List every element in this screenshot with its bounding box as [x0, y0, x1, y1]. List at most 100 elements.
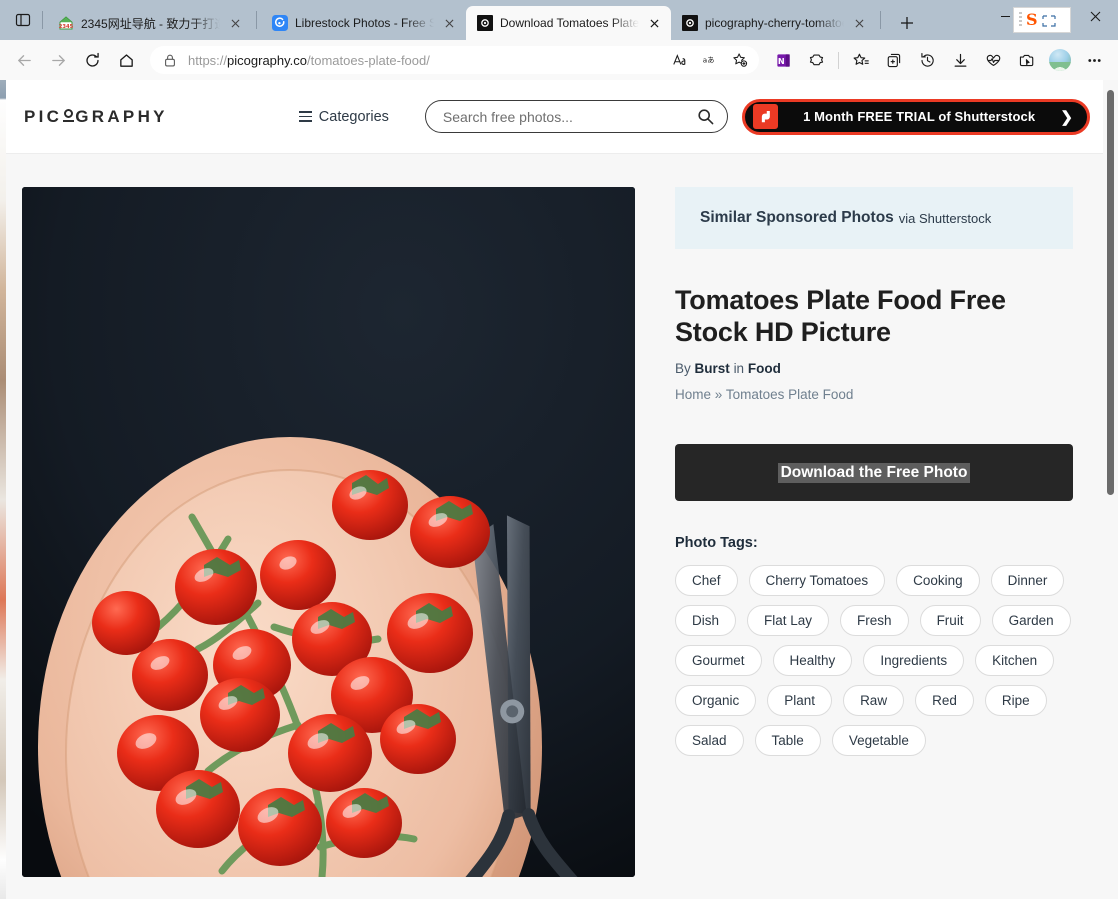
- sogou-logo-icon: S: [1026, 10, 1038, 29]
- tab-list-button[interactable]: [8, 3, 38, 37]
- photo-tag[interactable]: Salad: [675, 725, 744, 757]
- page-title: Tomatoes Plate Food Free Stock HD Pictur…: [675, 285, 1006, 347]
- refresh-icon[interactable]: [76, 45, 108, 75]
- photo-tags-heading: Photo Tags:: [675, 535, 758, 552]
- tab-title: picography-cherry-tomatoe: [705, 16, 844, 30]
- page-scrollbar[interactable]: [1103, 80, 1118, 899]
- librestock-icon: [272, 15, 288, 31]
- home-icon[interactable]: [110, 45, 142, 75]
- site-search-box[interactable]: [424, 100, 728, 133]
- svg-text:aあ: aあ: [703, 55, 715, 64]
- health-icon[interactable]: [977, 45, 1009, 75]
- breadcrumb: Home » Tomatoes Plate Food: [675, 387, 1073, 402]
- main-content: Similar Sponsored Photos via Shutterstoc…: [6, 154, 1106, 877]
- screenshot-icon[interactable]: [1010, 45, 1042, 75]
- nav-categories-button[interactable]: Categories: [298, 108, 389, 125]
- keyboard-icon[interactable]: [1041, 14, 1056, 27]
- forward-icon[interactable]: [42, 45, 74, 75]
- photo-tomatoes-plate[interactable]: [22, 187, 635, 877]
- toolbar-right-icons: N: [767, 45, 1110, 75]
- browser-tab-1[interactable]: 2345 2345网址导航 - 致力于打造: [47, 6, 252, 40]
- back-icon[interactable]: [8, 45, 40, 75]
- photo-tag[interactable]: Ingredients: [863, 645, 965, 677]
- photo-tag[interactable]: Dinner: [990, 565, 1065, 597]
- collections-icon[interactable]: [878, 45, 910, 75]
- page-viewport: PIC GRAPHY Categories Search free photos…: [0, 80, 1118, 899]
- profile-avatar[interactable]: [1049, 49, 1071, 71]
- photo-tag[interactable]: Red: [915, 685, 974, 717]
- onenote-icon[interactable]: N: [767, 45, 799, 75]
- photo-tags-list: Chef Cherry Tomatoes Cooking Dinner Dish Flat…: [675, 565, 1073, 757]
- background-window-sliver: [0, 80, 6, 899]
- byline-category-link[interactable]: Food: [748, 361, 781, 376]
- breadcrumb-home-link[interactable]: Home: [675, 387, 711, 402]
- photo-tag[interactable]: Flat Lay: [747, 605, 830, 637]
- photo-tag[interactable]: Fruit: [919, 605, 981, 637]
- browser-tab-4[interactable]: picography-cherry-tomatoe: [671, 6, 876, 40]
- close-tab-button[interactable]: [441, 15, 458, 32]
- photo-artwork: [22, 187, 635, 877]
- toolbar-divider: [838, 51, 839, 69]
- close-window-button[interactable]: [1073, 0, 1118, 32]
- translate-icon[interactable]: aあ: [695, 47, 725, 73]
- photo-tag[interactable]: Gourmet: [675, 645, 762, 677]
- history-icon[interactable]: [911, 45, 943, 75]
- camera-icon: [682, 15, 698, 31]
- browser-toolbar: https://picography.co/tomatoes-plate-foo…: [0, 40, 1118, 80]
- logo-text-prefix: PIC: [24, 106, 63, 126]
- house-2345-icon: 2345: [58, 15, 74, 31]
- new-tab-button[interactable]: [893, 9, 921, 37]
- sogou-ime-panel[interactable]: S: [1013, 7, 1071, 33]
- tab-title: Download Tomatoes Plate F: [500, 16, 639, 30]
- photo-tag[interactable]: Kitchen: [975, 645, 1055, 677]
- search-icon[interactable]: [697, 108, 714, 125]
- more-options-icon[interactable]: [1078, 45, 1110, 75]
- download-button-label: Download the Free Photo: [777, 462, 971, 483]
- shutterstock-promo-banner[interactable]: 1 Month FREE TRIAL of Shutterstock ❯: [741, 98, 1090, 135]
- byline-author-link[interactable]: Burst: [695, 361, 730, 376]
- close-tab-button[interactable]: [851, 15, 868, 32]
- photo-tag[interactable]: Cooking: [896, 565, 980, 597]
- address-bar[interactable]: https://picography.co/tomatoes-plate-foo…: [150, 46, 759, 74]
- search-input[interactable]: [442, 108, 697, 125]
- copilot-icon[interactable]: [800, 45, 832, 75]
- info-column: Similar Sponsored Photos via Shutterstoc…: [637, 187, 1087, 877]
- browser-tab-2[interactable]: Librestock Photos - Free Sto: [261, 6, 466, 40]
- photo-tag[interactable]: Chef: [675, 565, 738, 597]
- site-logo[interactable]: PIC GRAPHY: [24, 107, 168, 127]
- byline-by-label: By: [675, 361, 691, 377]
- photo-tag[interactable]: Vegetable: [831, 725, 926, 757]
- photo-tag[interactable]: Ripe: [984, 685, 1047, 717]
- add-favorite-icon[interactable]: [725, 47, 755, 73]
- tab-strip: 2345 2345网址导航 - 致力于打造 Librestock Photos …: [0, 0, 983, 40]
- close-tab-button[interactable]: [227, 15, 244, 32]
- sponsored-heading: Similar Sponsored Photos: [700, 209, 894, 226]
- tab-title: 2345网址导航 - 致力于打造: [81, 16, 220, 31]
- favorites-icon[interactable]: [845, 45, 877, 75]
- tab-divider: [42, 11, 43, 29]
- photo-tag[interactable]: Cherry Tomatoes: [748, 565, 886, 597]
- chevron-right-icon: ❯: [1060, 108, 1073, 126]
- photo-tag[interactable]: Garden: [991, 605, 1071, 637]
- download-free-photo-button[interactable]: Download the Free Photo: [675, 444, 1073, 502]
- hamburger-icon: [298, 111, 312, 122]
- photo-column: [22, 187, 637, 877]
- tab-title: Librestock Photos - Free Sto: [295, 16, 434, 30]
- nav-categories-label: Categories: [318, 108, 389, 125]
- read-aloud-icon[interactable]: [665, 47, 695, 73]
- photo-tag[interactable]: Dish: [675, 605, 737, 637]
- photo-tag[interactable]: Plant: [767, 685, 833, 717]
- ime-drag-handle[interactable]: [1019, 12, 1022, 28]
- photo-tag[interactable]: Fresh: [840, 605, 909, 637]
- browser-tab-3-active[interactable]: Download Tomatoes Plate F: [466, 6, 671, 40]
- svg-text:2345: 2345: [59, 24, 74, 30]
- close-tab-button[interactable]: [646, 15, 663, 32]
- downloads-icon[interactable]: [944, 45, 976, 75]
- page-scrollbar-thumb[interactable]: [1107, 90, 1114, 495]
- photo-tag[interactable]: Healthy: [772, 645, 853, 677]
- promo-label: 1 Month FREE TRIAL of Shutterstock: [803, 109, 1036, 124]
- photo-tag[interactable]: Table: [754, 725, 821, 757]
- photo-tag[interactable]: Raw: [843, 685, 905, 717]
- photo-tag[interactable]: Organic: [675, 685, 757, 717]
- address-bar-url: https://picography.co/tomatoes-plate-foo…: [188, 52, 430, 68]
